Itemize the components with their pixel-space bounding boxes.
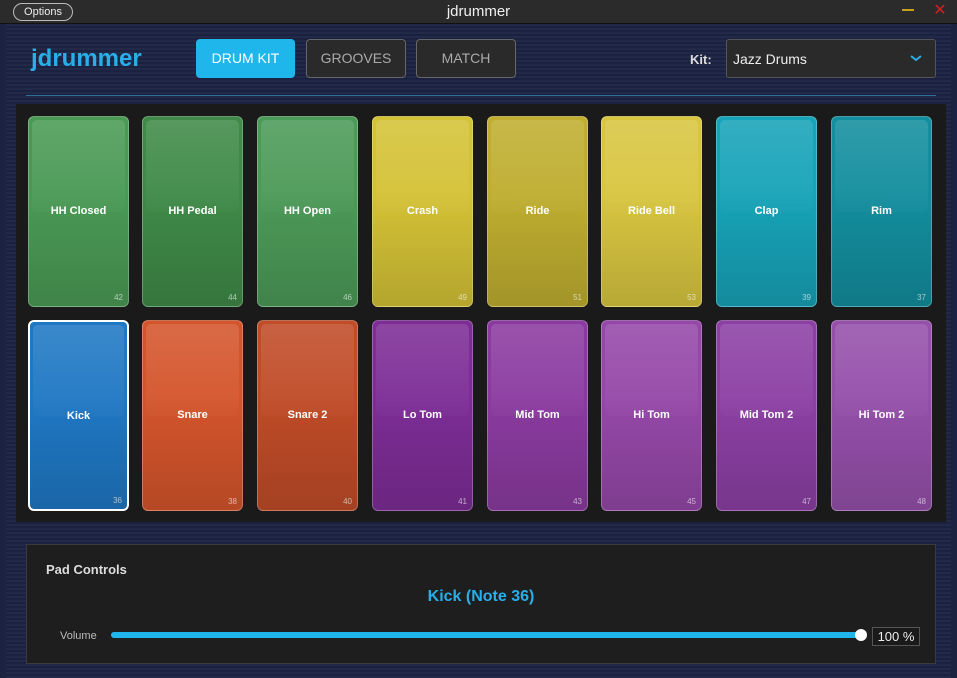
volume-slider[interactable] (111, 627, 867, 643)
drum-pad[interactable]: Clap 39 (716, 116, 817, 307)
pad-name: Ride Bell (627, 205, 676, 217)
pad-name: Kick (66, 410, 91, 422)
drum-pad[interactable]: Mid Tom 43 (487, 320, 588, 511)
pad-name: HH Open (283, 205, 332, 217)
drum-pad[interactable]: Lo Tom 41 (372, 320, 473, 511)
volume-value[interactable]: 100 % (872, 627, 920, 646)
drum-pad[interactable]: Ride 51 (487, 116, 588, 307)
pad-controls-panel: Pad Controls Kick (Note 36) Volume 100 % (26, 544, 936, 664)
close-icon[interactable]: ✕ (932, 2, 948, 20)
header-divider (26, 95, 936, 96)
pad-name: Mid Tom (515, 409, 560, 421)
kit-label: Kit: (690, 52, 712, 67)
pad-name: Rim (871, 205, 892, 217)
app-logo: jdrummer (31, 45, 142, 72)
pad-note-number: 49 (458, 293, 467, 302)
pad-name: Mid Tom 2 (739, 409, 794, 421)
pad-name: Hi Tom (633, 409, 670, 421)
pad-note-number: 41 (458, 497, 467, 506)
pad-name: HH Pedal (168, 205, 217, 217)
drum-pad[interactable]: Crash 49 (372, 116, 473, 307)
pad-note-number: 37 (917, 293, 926, 302)
drum-pad[interactable]: Snare 2 40 (257, 320, 358, 511)
drum-pad[interactable]: Rim 37 (831, 116, 932, 307)
pad-name: Lo Tom (403, 409, 442, 421)
pad-name: Snare (177, 409, 208, 421)
chevron-down-icon (910, 55, 922, 62)
pad-name: Crash (406, 205, 439, 217)
volume-label: Volume (60, 630, 97, 642)
pad-note-number: 36 (113, 496, 122, 505)
pad-name: HH Closed (50, 205, 107, 217)
pad-note-number: 45 (687, 497, 696, 506)
pad-name: Clap (754, 205, 779, 217)
pad-name: Ride (525, 205, 550, 217)
pad-note-number: 51 (573, 293, 582, 302)
title-bar: Options jdrummer ✕ (0, 0, 957, 24)
pad-note-number: 39 (802, 293, 811, 302)
pad-grid: HH Closed 42 HH Pedal 44 HH Open 46 Crash 49 Rid… (16, 104, 946, 522)
pad-note-number: 40 (343, 497, 352, 506)
drum-pad[interactable]: HH Open 46 (257, 116, 358, 307)
minimize-icon[interactable] (902, 9, 914, 11)
pad-note-number: 53 (687, 293, 696, 302)
drum-pad[interactable]: HH Pedal 44 (142, 116, 243, 307)
header: jdrummer DRUM KIT GROOVES MATCH Kit: Jaz… (6, 24, 951, 96)
selected-pad-label: Kick (Note 36) (427, 588, 535, 605)
pad-note-number: 47 (802, 497, 811, 506)
drum-pad[interactable]: Snare 38 (142, 320, 243, 511)
tab-match[interactable]: MATCH (416, 39, 516, 78)
drum-pad[interactable]: HH Closed 42 (28, 116, 129, 307)
tab-grooves[interactable]: GROOVES (306, 39, 406, 78)
pad-note-number: 46 (343, 293, 352, 302)
tab-drum-kit[interactable]: DRUM KIT (196, 39, 295, 78)
drum-pad[interactable]: Ride Bell 53 (601, 116, 702, 307)
kit-select[interactable]: Jazz Drums (726, 39, 936, 78)
volume-slider-thumb[interactable] (855, 629, 867, 641)
drum-pad[interactable]: Hi Tom 45 (601, 320, 702, 511)
pad-note-number: 44 (228, 293, 237, 302)
pad-note-number: 38 (228, 497, 237, 506)
drum-pad[interactable]: Mid Tom 2 47 (716, 320, 817, 511)
window-title: jdrummer (446, 3, 511, 20)
pad-controls-title: Pad Controls (46, 562, 127, 577)
kit-select-value: Jazz Drums (733, 51, 807, 67)
drum-pad[interactable]: Hi Tom 2 48 (831, 320, 932, 511)
pad-note-number: 48 (917, 497, 926, 506)
volume-slider-fill (111, 632, 861, 638)
pad-name: Hi Tom 2 (858, 409, 905, 421)
pad-name: Snare 2 (287, 409, 328, 421)
drum-pad[interactable]: Kick 36 (28, 320, 129, 511)
pad-note-number: 42 (114, 293, 123, 302)
pad-note-number: 43 (573, 497, 582, 506)
